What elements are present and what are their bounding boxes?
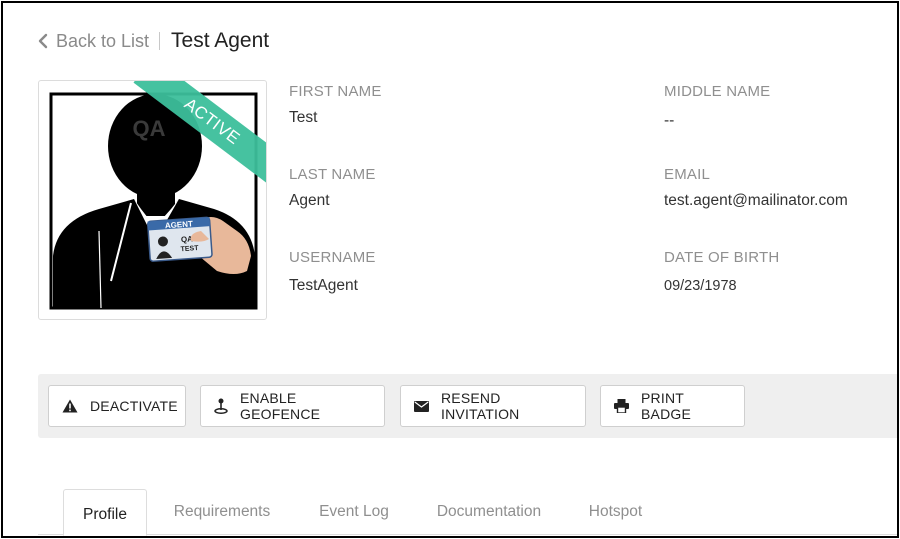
tab-documentation[interactable]: Documentation: [424, 489, 554, 535]
last-name-label: LAST NAME: [289, 166, 376, 183]
envelope-icon: [414, 400, 429, 412]
header-divider: [159, 32, 161, 50]
tab-requirements[interactable]: Requirements: [162, 489, 282, 535]
page-header: Back to List Test Agent: [38, 27, 269, 55]
page-title: Test Agent: [171, 29, 270, 52]
enable-geofence-button[interactable]: ENABLE GEOFENCE: [200, 385, 385, 427]
head-qa-watermark: QA: [133, 116, 166, 141]
back-to-list-label: Back to List: [56, 30, 150, 51]
app-frame: Back to List Test Agent AGENT QA TEST QA…: [1, 1, 899, 538]
resend-invitation-label: RESEND INVITATION: [441, 390, 520, 422]
geofence-pin-icon: [214, 398, 228, 414]
field-middle-name: MIDDLE NAME --: [664, 83, 770, 130]
action-toolbar: DEACTIVATE ENABLE GEOFENCE RESEND INVITA…: [38, 374, 897, 438]
field-first-name: FIRST NAME Test: [289, 83, 382, 127]
print-badge-button[interactable]: PRINT BADGE: [600, 385, 745, 427]
enable-geofence-label: ENABLE GEOFENCE: [240, 390, 321, 422]
field-last-name: LAST NAME Agent: [289, 166, 376, 210]
badge-line2: TEST: [180, 245, 199, 253]
deactivate-label: DEACTIVATE: [90, 398, 178, 414]
printer-icon: [614, 399, 629, 413]
email-value: test.agent@mailinator.com: [664, 192, 848, 209]
field-email: EMAIL test.agent@mailinator.com: [664, 166, 848, 210]
agent-photo-card: AGENT QA TEST QA ACTIVE: [38, 80, 267, 320]
warning-icon: [62, 399, 78, 413]
email-label: EMAIL: [664, 166, 711, 183]
first-name-value: Test: [289, 109, 318, 126]
middle-name-label: MIDDLE NAME: [664, 83, 771, 100]
username-label: USERNAME: [289, 249, 376, 266]
first-name-label: FIRST NAME: [289, 83, 382, 100]
resend-invitation-button[interactable]: RESEND INVITATION: [400, 385, 586, 427]
chevron-left-icon: [38, 33, 48, 49]
last-name-value: Agent: [289, 192, 330, 209]
back-to-list-link[interactable]: Back to List: [38, 31, 149, 52]
field-username: USERNAME TestAgent: [289, 249, 376, 295]
tab-hotspot[interactable]: Hotspot: [578, 489, 653, 535]
profile-tabs: Profile Requirements Event Log Documenta…: [38, 489, 897, 536]
tab-event-log[interactable]: Event Log: [304, 489, 404, 535]
field-dob: DATE OF BIRTH 09/23/1978: [664, 249, 779, 294]
middle-name-value: --: [664, 112, 675, 129]
username-value: TestAgent: [289, 277, 358, 294]
tab-profile[interactable]: Profile: [63, 489, 147, 536]
dob-label: DATE OF BIRTH: [664, 249, 780, 266]
dob-value: 09/23/1978: [664, 278, 737, 294]
print-badge-label: PRINT BADGE: [641, 390, 692, 422]
deactivate-button[interactable]: DEACTIVATE: [48, 385, 186, 427]
